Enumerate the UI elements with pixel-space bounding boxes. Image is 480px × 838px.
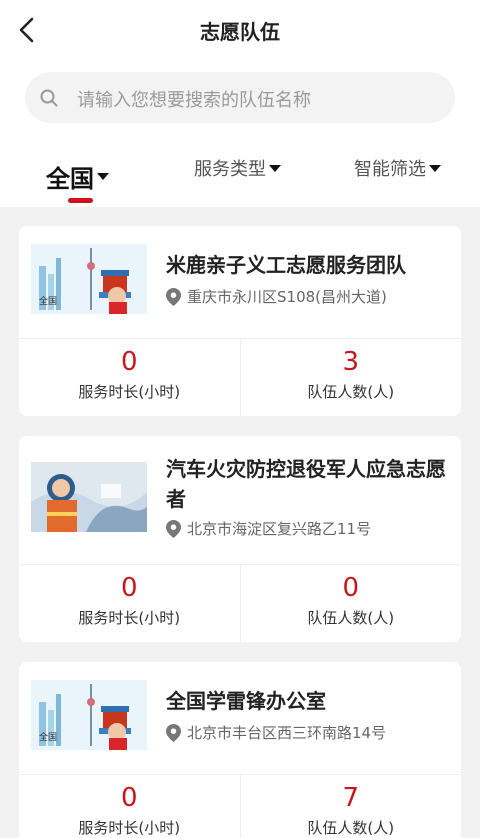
filter-bar: 全国 服务类型 智能筛选 <box>0 135 480 207</box>
filter-smart-label: 智能筛选 <box>354 159 426 180</box>
stat-service-hours: 0 服务时长(小时) <box>19 775 240 838</box>
search-icon <box>39 88 59 108</box>
team-address: 北京市海淀区复兴路乙11号 <box>166 518 371 539</box>
team-address: 重庆市永川区S108(昌州大道) <box>166 286 387 307</box>
members-value: 3 <box>342 347 360 377</box>
team-thumbnail: 全国 <box>31 244 147 314</box>
address-text: 北京市丰台区西三环南路14号 <box>187 724 387 742</box>
service-hours-label: 服务时长(小时) <box>78 383 181 401</box>
members-label: 队伍人数(人) <box>307 609 395 627</box>
filter-service-type-label: 服务类型 <box>194 159 266 180</box>
members-label: 队伍人数(人) <box>307 819 395 837</box>
service-hours-value: 0 <box>120 573 138 603</box>
members-value: 7 <box>342 783 360 813</box>
filter-region-label: 全国 <box>46 165 94 193</box>
address-text: 重庆市永川区S108(昌州大道) <box>187 288 387 306</box>
active-tab-indicator <box>68 198 93 203</box>
team-address: 北京市丰台区西三环南路14号 <box>166 722 386 743</box>
stat-members: 3 队伍人数(人) <box>239 339 462 416</box>
thumbnail-caption: 全国 <box>39 733 58 743</box>
team-card[interactable]: 汽车火灾防控退役军人应急志愿者 北京市海淀区复兴路乙11号 0 服务时长(小时)… <box>19 436 461 642</box>
caret-down-icon <box>269 164 281 172</box>
search-section: 请输入您想要搜索的队伍名称 <box>0 60 480 135</box>
page-title: 志愿队伍 <box>200 20 280 44</box>
stat-service-hours: 0 服务时长(小时) <box>19 565 240 642</box>
search-input[interactable]: 请输入您想要搜索的队伍名称 <box>25 72 455 123</box>
service-hours-value: 0 <box>120 347 138 377</box>
filter-smart[interactable]: 智能筛选 <box>354 155 441 181</box>
caret-down-icon <box>429 164 441 172</box>
top-bar: 志愿队伍 <box>0 0 480 60</box>
team-card[interactable]: 全国 全国学雷锋办公室 北京市丰台区西三环南路14号 0 服务时长(小时) 7 … <box>19 662 461 838</box>
service-hours-label: 服务时长(小时) <box>78 609 181 627</box>
location-pin-icon <box>166 723 181 742</box>
service-hours-label: 服务时长(小时) <box>78 819 181 837</box>
stat-members: 0 队伍人数(人) <box>239 565 462 642</box>
location-pin-icon <box>166 519 181 538</box>
service-hours-value: 0 <box>120 783 138 813</box>
stat-members: 7 队伍人数(人) <box>239 775 462 838</box>
team-thumbnail <box>31 462 147 532</box>
thumbnail-caption: 全国 <box>39 297 58 307</box>
filter-service-type[interactable]: 服务类型 <box>194 155 281 181</box>
team-name: 全国学雷锋办公室 <box>166 689 326 713</box>
team-stats: 0 服务时长(小时) 7 队伍人数(人) <box>19 774 461 838</box>
location-pin-icon <box>166 287 181 306</box>
members-label: 队伍人数(人) <box>307 383 395 401</box>
team-thumbnail: 全国 <box>31 680 147 750</box>
team-stats: 0 服务时长(小时) 0 队伍人数(人) <box>19 564 461 642</box>
team-name: 汽车火灾防控退役军人应急志愿者 <box>166 457 446 511</box>
search-placeholder: 请输入您想要搜索的队伍名称 <box>77 90 311 111</box>
filter-region[interactable]: 全国 <box>46 159 109 194</box>
caret-down-icon <box>97 173 109 180</box>
stat-service-hours: 0 服务时长(小时) <box>19 339 240 416</box>
team-card[interactable]: 全国 米鹿亲子义工志愿服务团队 重庆市永川区S108(昌州大道) 0 服务时长(… <box>19 226 461 416</box>
team-stats: 0 服务时长(小时) 3 队伍人数(人) <box>19 338 461 416</box>
address-text: 北京市海淀区复兴路乙11号 <box>187 520 372 538</box>
members-value: 0 <box>342 573 360 603</box>
team-name: 米鹿亲子义工志愿服务团队 <box>166 253 406 277</box>
